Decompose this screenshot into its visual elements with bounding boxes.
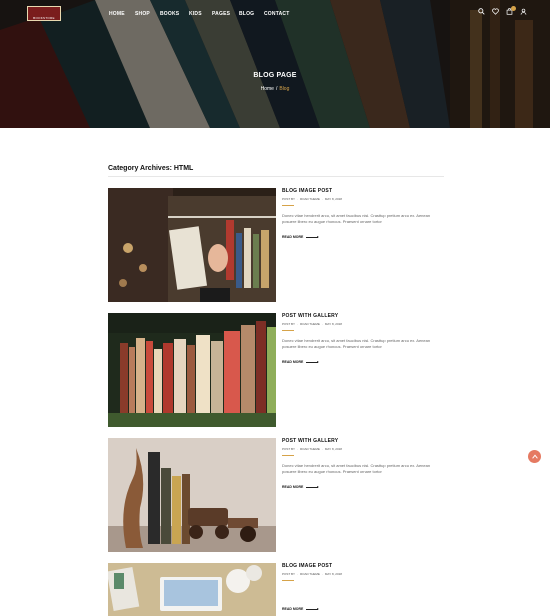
post-image (108, 313, 276, 427)
arrow-right-icon (306, 485, 320, 488)
post-excerpt: Donec vitae hendrerit arcu, sit amet fau… (282, 463, 431, 474)
post-title[interactable]: BLOG IMAGE POST (282, 563, 442, 569)
arrow-right-icon (306, 360, 320, 363)
post-meta: POST BY · ROAD THEME · MAY 8, 2018 (282, 322, 442, 326)
header-icons (476, 6, 528, 18)
post-thumbnail[interactable] (108, 563, 276, 616)
blog-post: BLOG IMAGE POST POST BY · ROAD THEME · MAY 8… (108, 188, 444, 302)
nav-contact[interactable]: CONTACT (264, 11, 289, 17)
scroll-to-top-button[interactable] (528, 450, 541, 463)
accent-line (282, 580, 294, 581)
post-author[interactable]: ROAD THEME (300, 572, 320, 576)
search-icon[interactable] (476, 8, 486, 18)
chevron-up-icon (531, 454, 538, 459)
post-meta: POST BY · ROAD THEME · MAY 8, 2018 (282, 197, 442, 201)
read-more-label: READ MORE (282, 360, 304, 364)
post-author[interactable]: ROAD THEME (300, 197, 320, 201)
nav-books[interactable]: BOOKS (160, 11, 179, 17)
post-author-label: POST BY (282, 197, 295, 201)
post-date: MAY 8, 2018 (324, 197, 342, 201)
breadcrumb-separator: / (275, 86, 278, 92)
site-logo[interactable]: BOOKSTORE (27, 6, 61, 21)
post-title[interactable]: BLOG IMAGE POST (282, 188, 442, 194)
divider (108, 176, 444, 177)
meta-dot: · (321, 572, 323, 576)
meta-dot: · (296, 197, 298, 201)
user-icon[interactable] (518, 8, 528, 18)
read-more-link[interactable]: READ MORE (282, 360, 442, 364)
meta-dot: · (321, 447, 323, 451)
post-author[interactable]: ROAD THEME (300, 447, 320, 451)
post-date: MAY 8, 2018 (324, 447, 342, 451)
post-image (108, 438, 276, 552)
post-author-label: POST BY (282, 572, 295, 576)
accent-line (282, 455, 294, 456)
post-thumbnail[interactable] (108, 188, 276, 302)
nav-home[interactable]: HOME (109, 11, 125, 17)
breadcrumb-home[interactable]: Home (261, 86, 274, 92)
post-date: MAY 8, 2018 (324, 322, 342, 326)
post-title[interactable]: POST WITH GALLERY (282, 313, 442, 319)
blog-post: POST WITH GALLERY POST BY · ROAD THEME · MAY… (108, 313, 444, 427)
nav-shop[interactable]: SHOP (135, 11, 150, 17)
post-thumbnail[interactable] (108, 313, 276, 427)
meta-dot: · (321, 197, 323, 201)
breadcrumb-current: Blog (279, 86, 290, 92)
blog-post: POST WITH GALLERY POST BY · ROAD THEME · MAY… (108, 438, 444, 552)
read-more-link[interactable]: READ MORE (282, 485, 442, 489)
heart-icon[interactable] (490, 8, 500, 18)
meta-dot: · (296, 322, 298, 326)
post-excerpt: Donec vitae hendrerit arcu, sit amet fau… (282, 338, 431, 349)
post-image (108, 188, 276, 302)
post-author-label: POST BY (282, 447, 295, 451)
page-title: BLOG PAGE (253, 72, 297, 79)
post-meta: POST BY · ROAD THEME · MAY 8, 2018 (282, 572, 442, 576)
accent-line (282, 330, 294, 331)
arrow-right-icon (306, 235, 320, 238)
post-author-label: POST BY (282, 322, 295, 326)
nav-blog[interactable]: BLOG (239, 11, 254, 17)
read-more-label: READ MORE (282, 607, 304, 611)
top-navbar: BOOKSTORE HOME SHOP BOOKS KIDS PAGES BLO… (0, 0, 550, 27)
logo-text: BOOKSTORE (33, 16, 55, 20)
post-thumbnail[interactable] (108, 438, 276, 552)
read-more-link[interactable]: READ MORE (282, 235, 442, 239)
nav-pages[interactable]: PAGES (212, 11, 230, 17)
read-more-link[interactable]: READ MORE (282, 607, 442, 611)
post-date: MAY 8, 2018 (324, 572, 342, 576)
cart-icon[interactable] (504, 6, 516, 18)
cart-count-badge (511, 6, 516, 11)
archive-title: Category Archives: HTML (108, 165, 194, 172)
post-title[interactable]: POST WITH GALLERY (282, 438, 442, 444)
post-excerpt: Donec vitae hendrerit arcu, sit amet fau… (282, 213, 431, 224)
meta-dot: · (296, 447, 298, 451)
meta-dot: · (321, 322, 323, 326)
nav-kids[interactable]: KIDS (189, 11, 202, 17)
accent-line (282, 205, 294, 206)
post-meta: POST BY · ROAD THEME · MAY 8, 2018 (282, 447, 442, 451)
hero-banner: BOOKSTORE HOME SHOP BOOKS KIDS PAGES BLO… (0, 0, 550, 128)
breadcrumb: Home / Blog (0, 86, 550, 92)
post-author[interactable]: ROAD THEME (300, 322, 320, 326)
arrow-right-icon (306, 607, 320, 610)
blog-post: BLOG IMAGE POST POST BY · ROAD THEME · MAY 8… (108, 563, 444, 616)
meta-dot: · (296, 572, 298, 576)
read-more-label: READ MORE (282, 235, 304, 239)
post-image (108, 563, 276, 616)
read-more-label: READ MORE (282, 485, 304, 489)
